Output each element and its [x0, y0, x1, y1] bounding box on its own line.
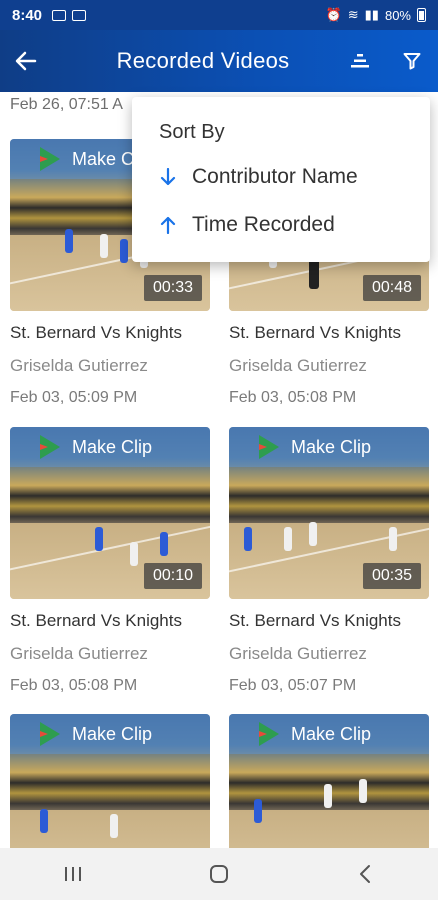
sort-option-label: Contributor Name: [192, 165, 358, 188]
recent-apps-button[interactable]: [33, 848, 113, 900]
sort-option-contributor-name[interactable]: Contributor Name: [132, 153, 430, 201]
video-card[interactable]: Make Clip: [229, 714, 429, 848]
sort-button[interactable]: [334, 30, 386, 92]
status-right: ⏰ ≋ ▮▮ 80%: [326, 7, 426, 23]
video-card[interactable]: Make Clip: [10, 714, 210, 848]
video-thumbnail[interactable]: Make Clip: [10, 714, 210, 848]
play-logo-icon: [40, 722, 60, 746]
play-logo-icon: [40, 435, 60, 459]
make-clip-label: Make Clip: [72, 436, 153, 457]
battery-level: 80%: [384, 7, 411, 23]
video-author: Griselda Gutierrez: [10, 644, 148, 663]
app-bar: Recorded Videos: [0, 30, 438, 92]
video-date: Feb 03, 05:08 PM: [10, 677, 138, 694]
video-thumbnail[interactable]: Make Clip 00:35: [229, 427, 429, 599]
filter-button[interactable]: [386, 30, 438, 92]
make-clip-label: Make Clip: [291, 723, 372, 744]
home-icon: [210, 865, 228, 883]
arrow-up-icon: [158, 216, 178, 234]
video-date: Feb 03, 05:08 PM: [229, 389, 357, 406]
sort-menu-header: Sort By: [159, 121, 225, 143]
duration-badge: 00:48: [362, 275, 421, 301]
duration-badge: 00:10: [143, 563, 202, 589]
notification-icon: [52, 9, 67, 21]
sort-option-time-recorded[interactable]: Time Recorded: [132, 201, 430, 249]
video-author: Griselda Gutierrez: [229, 356, 367, 375]
back-nav-button[interactable]: [325, 848, 405, 900]
sort-icon: [351, 54, 369, 68]
play-logo-icon: [259, 722, 279, 746]
video-author: Griselda Gutierrez: [10, 356, 148, 375]
video-title: St. Bernard Vs Knights: [229, 611, 401, 630]
battery-icon: [417, 8, 426, 22]
arrow-left-icon: [15, 51, 37, 71]
sort-menu: Sort By Contributor Name Time Recorded: [132, 97, 430, 262]
make-clip-button[interactable]: Make Clip: [10, 714, 210, 754]
signal-icon: ▮▮: [364, 7, 379, 22]
status-bar: 8:40 ⏰ ≋ ▮▮ 80%: [0, 0, 438, 30]
back-button[interactable]: [0, 30, 52, 92]
system-nav-bar: [0, 848, 438, 900]
wifi-icon: ≋: [347, 7, 359, 22]
make-clip-button[interactable]: Make Clip: [10, 427, 210, 467]
video-title: St. Bernard Vs Knights: [10, 323, 182, 342]
alarm-icon: ⏰: [325, 7, 342, 22]
status-left-icons: [52, 9, 87, 21]
video-thumbnail[interactable]: Make Clip 00:10: [10, 427, 210, 599]
filter-icon: [403, 53, 421, 70]
video-title: St. Bernard Vs Knights: [229, 323, 401, 342]
home-button[interactable]: [179, 848, 259, 900]
recent-apps-icon: [65, 867, 81, 881]
gallery-icon: [72, 9, 87, 21]
play-logo-icon: [40, 147, 60, 171]
video-date: Feb 03, 05:07 PM: [229, 677, 357, 694]
play-logo-icon: [259, 435, 279, 459]
page-title: Recorded Videos: [116, 48, 290, 73]
video-card[interactable]: Make Clip 00:35 St. Bernard Vs Knights G…: [229, 427, 429, 695]
video-date: Feb 03, 05:09 PM: [10, 389, 138, 406]
video-title: St. Bernard Vs Knights: [10, 611, 182, 630]
status-time: 8:40: [12, 6, 43, 24]
sort-option-label: Time Recorded: [192, 213, 335, 236]
arrow-down-icon: [158, 168, 178, 186]
make-clip-label: Make Clip: [72, 723, 153, 744]
duration-badge: 00:33: [143, 275, 202, 301]
make-clip-button[interactable]: Make Clip: [229, 714, 429, 754]
make-clip-button[interactable]: Make Clip: [229, 427, 429, 467]
chevron-left-icon: [360, 865, 370, 883]
previous-card-date: Feb 26, 07:51 A: [10, 96, 123, 113]
video-thumbnail[interactable]: Make Clip: [229, 714, 429, 848]
make-clip-label: Make Clip: [291, 436, 372, 457]
duration-badge: 00:35: [362, 563, 421, 589]
video-card[interactable]: Make Clip 00:10 St. Bernard Vs Knights G…: [10, 427, 210, 695]
video-author: Griselda Gutierrez: [229, 644, 367, 663]
